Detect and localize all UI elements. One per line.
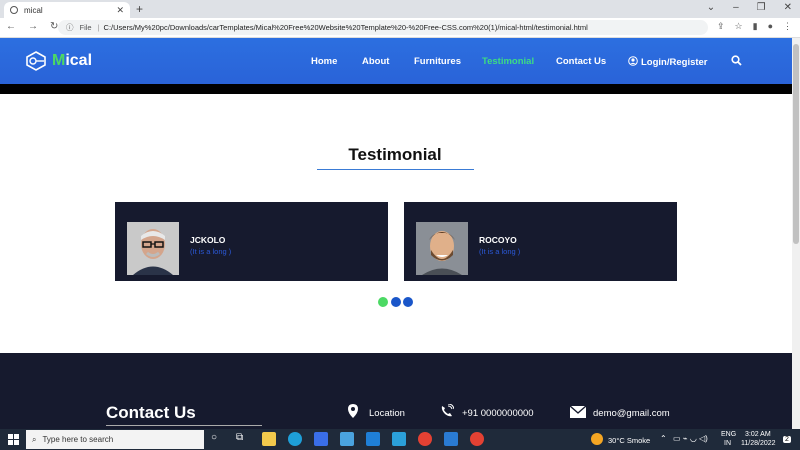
side-panel-icon[interactable]: ▮	[753, 21, 758, 32]
tray-chevron-icon[interactable]: ⌃	[660, 434, 667, 443]
close-tab-icon[interactable]: ✕	[116, 5, 124, 16]
nav-testimonial[interactable]: Testimonial	[482, 56, 534, 67]
footer-email[interactable]: demo@gmail.com	[593, 408, 670, 419]
profile-icon[interactable]: ●	[768, 21, 773, 32]
info-icon: ⓘ	[66, 23, 74, 32]
scrollbar-thumb[interactable]	[793, 44, 799, 244]
logo-mark-icon	[26, 51, 46, 71]
close-window-icon[interactable]: ✕	[784, 2, 792, 13]
store-icon[interactable]	[314, 432, 328, 446]
title-underline	[317, 169, 474, 170]
testimonial-text: (It is a long )	[479, 247, 521, 256]
contact-title: Contact Us	[106, 403, 196, 422]
task-view-icon[interactable]: ⧉	[236, 432, 250, 446]
address-bar-row: ← → ↻ ⓘ File | C:/Users/My%20pc/Download…	[0, 18, 800, 38]
edge-icon[interactable]	[288, 432, 302, 446]
app-icon[interactable]	[340, 432, 354, 446]
taskbar-search-placeholder: Type here to search	[42, 435, 114, 444]
chrome-icon[interactable]	[418, 432, 432, 446]
chrome-active-icon[interactable]	[470, 432, 484, 446]
mail-app-icon[interactable]	[366, 432, 380, 446]
tab-search-icon[interactable]: ⌄	[707, 2, 715, 13]
header-black-bar	[0, 84, 800, 94]
footer-location[interactable]: Location	[369, 408, 405, 419]
site-logo[interactable]: Mical	[24, 50, 92, 72]
lang-secondary[interactable]: IN	[724, 440, 731, 447]
notification-badge[interactable]: 2	[783, 436, 791, 443]
bookmark-star-icon[interactable]: ☆	[735, 21, 743, 32]
share-icon[interactable]: ⇪	[717, 21, 725, 32]
url-field[interactable]: ⓘ File | C:/Users/My%20pc/Downloads/carT…	[58, 20, 708, 35]
nav-furnitures[interactable]: Furnitures	[414, 56, 461, 67]
search-icon[interactable]	[731, 55, 742, 66]
login-label: Login/Register	[641, 57, 708, 68]
minimize-icon[interactable]: –	[733, 2, 739, 13]
testimonial-card	[404, 202, 677, 281]
avatar	[416, 222, 468, 275]
testimonial-text: (It is a long )	[190, 247, 232, 256]
tab-title: mical	[24, 5, 43, 15]
location-pin-icon	[348, 404, 358, 418]
vscode-icon[interactable]	[444, 432, 458, 446]
url-text: C:/Users/My%20pc/Downloads/carTemplates/…	[103, 23, 588, 32]
restore-icon[interactable]: ❐	[757, 2, 766, 13]
avatar	[127, 222, 179, 275]
url-scheme-label: File	[79, 23, 92, 32]
window-controls: ⌄ – ❐ ✕	[707, 2, 792, 13]
testimonial-name: JCKOLO	[190, 235, 226, 245]
carousel-dot[interactable]	[403, 297, 413, 307]
logo-text: Mical	[52, 52, 93, 69]
tray-icons[interactable]: ▭ ⌁ ◡ ◁)	[673, 434, 708, 443]
user-icon	[628, 56, 638, 66]
testimonial-name: ROCOYO	[479, 235, 517, 245]
tab-favicon-icon	[10, 6, 18, 14]
mail-icon	[570, 406, 586, 418]
carousel-dot[interactable]	[391, 297, 401, 307]
navigation-buttons: ← → ↻	[6, 21, 58, 32]
clock-time[interactable]: 3:02 AM	[745, 431, 771, 438]
phone-icon	[441, 404, 454, 417]
windows-start-icon[interactable]	[8, 434, 19, 445]
forward-icon[interactable]: →	[28, 21, 38, 32]
nav-about[interactable]: About	[362, 56, 389, 67]
taskbar-weather[interactable]: 30°C Smoke	[608, 436, 650, 445]
testimonial-card	[115, 202, 388, 281]
weather-icon[interactable]	[591, 433, 603, 445]
nav-contact[interactable]: Contact Us	[556, 56, 606, 67]
clock-date[interactable]: 11/28/2022	[741, 440, 776, 447]
new-tab-button[interactable]: +	[136, 2, 143, 16]
url-separator: |	[97, 23, 100, 32]
menu-kebab-icon[interactable]: ⋮	[783, 21, 792, 32]
lang-primary[interactable]: ENG	[721, 431, 736, 438]
carousel-dot[interactable]	[378, 297, 388, 307]
contact-underline	[106, 425, 262, 426]
back-icon[interactable]: ←	[6, 21, 16, 32]
cortana-icon[interactable]: ○	[211, 432, 225, 446]
app-icon[interactable]	[392, 432, 406, 446]
address-bar-actions: ⇪ ☆ ▮ ● ⋮	[717, 21, 792, 32]
taskbar-search-input[interactable]: ⌕ Type here to search	[26, 430, 204, 449]
search-icon: ⌕	[32, 434, 37, 444]
nav-login[interactable]: Login/Register	[628, 56, 708, 68]
section-title: Testimonial	[348, 145, 442, 164]
browser-tab[interactable]: mical ✕	[4, 2, 130, 18]
footer-phone[interactable]: +91 0000000000	[462, 408, 534, 419]
file-explorer-icon[interactable]	[262, 432, 276, 446]
nav-home[interactable]: Home	[311, 56, 337, 67]
